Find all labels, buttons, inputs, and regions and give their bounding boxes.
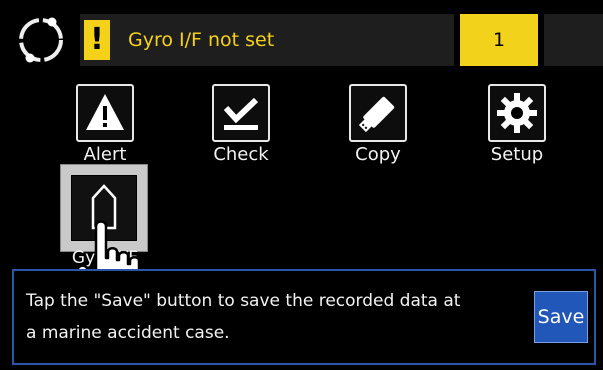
- menu-item-setup[interactable]: Setup: [472, 84, 562, 174]
- menu-item-check[interactable]: Check: [196, 84, 286, 174]
- message-text: Tap the "Save" button to save the record…: [26, 285, 526, 349]
- rotation-status-icon: [19, 17, 63, 63]
- message-line-2: a marine accident case.: [26, 323, 230, 343]
- menu-label-check: Check: [213, 144, 269, 165]
- menu-label-setup: Setup: [490, 144, 544, 165]
- checkmark-icon: [212, 84, 270, 142]
- save-button[interactable]: Save: [534, 291, 588, 343]
- menu-label-copy: Copy: [355, 144, 401, 165]
- warning-icon: [76, 84, 134, 142]
- screen: ! Gyro I/F not set 1 Alert Check Copy Se…: [0, 0, 603, 370]
- gear-icon: [488, 84, 546, 142]
- menu-item-alert[interactable]: Alert: [60, 84, 150, 174]
- alarm-count[interactable]: 1: [460, 14, 538, 66]
- message-panel: Tap the "Save" button to save the record…: [12, 269, 596, 365]
- message-line-1: Tap the "Save" button to save the record…: [26, 291, 461, 311]
- menu-label-alert: Alert: [83, 144, 127, 165]
- alarm-bar[interactable]: ! Gyro I/F not set: [80, 14, 454, 66]
- alarm-mark-icon: !: [84, 20, 110, 60]
- status-area-right: [544, 14, 603, 66]
- usb-stick-icon: [349, 84, 407, 142]
- menu-item-copy[interactable]: Copy: [333, 84, 423, 174]
- alarm-message: Gyro I/F not set: [128, 29, 275, 51]
